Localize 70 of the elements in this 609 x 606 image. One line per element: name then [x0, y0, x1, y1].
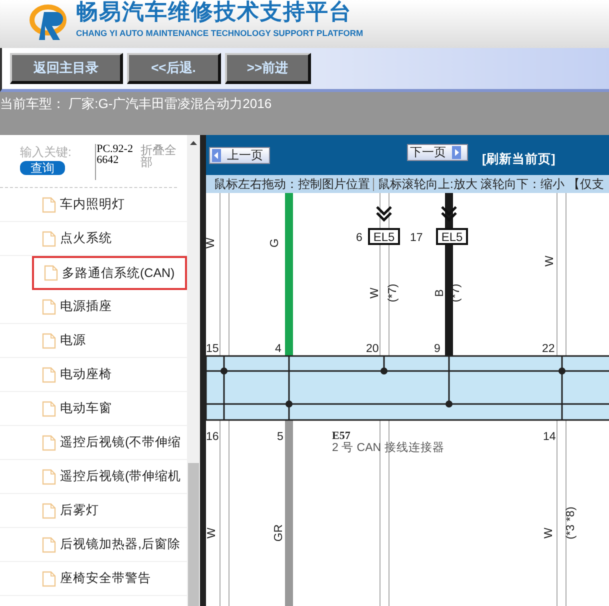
wire-label: 6 [356, 232, 362, 244]
doc-icon [42, 230, 56, 246]
right-arrow-icon [452, 146, 461, 158]
doc-icon [42, 570, 56, 586]
wire-label: 5 [277, 431, 284, 443]
wire-label: (*7) [387, 284, 399, 302]
wire-label: 20 [366, 343, 379, 355]
tree-item[interactable]: 后视镜加热器,后窗除 [0, 528, 187, 562]
car-model-text: 当前车型： 厂家:G-广汽丰田雷凌混合动力2016 [0, 95, 273, 113]
left-arrow-icon [212, 148, 221, 162]
nav-button[interactable]: <<后退. [127, 53, 221, 84]
doc-icon [42, 366, 56, 382]
wire-label: G [269, 238, 281, 248]
search-field[interactable]: PC.92-26642 [94, 144, 137, 180]
hint-text: 鼠标左右拖动：控制图片位置 [214, 176, 370, 192]
nav-button[interactable]: >>前进 [225, 53, 311, 84]
wire-label: E57 [332, 430, 350, 442]
tree-item[interactable]: 座椅安全带警告 [0, 562, 187, 596]
doc-icon [42, 536, 56, 552]
wire-label: 22 [542, 343, 555, 355]
separator-icon [373, 178, 375, 190]
chevron-icon [440, 206, 458, 222]
tree-item[interactable]: 电动座椅 [0, 358, 187, 392]
scrollbar[interactable] [187, 135, 200, 606]
wire-label: W [206, 528, 218, 538]
wire-label: W [544, 256, 556, 266]
doc-icon [42, 196, 56, 212]
doc-icon [42, 502, 56, 518]
doc-icon [42, 400, 56, 416]
wire-label: 9 [434, 343, 440, 355]
site-subtitle: CHANG YI AUTO MAINTENANCE TECHNOLOGY SUPPORT PLATFORM [76, 28, 364, 38]
hint-text: 鼠标滚轮向上:放大 滚轮向下：缩小 【仅支 [378, 176, 604, 192]
refresh-link[interactable]: [刷新当前页] [482, 150, 556, 168]
tree-item[interactable]: 电源插座 [0, 290, 187, 324]
next-page-button[interactable]: 下一页 [407, 144, 468, 160]
tree-item[interactable]: 多路通信系统(CAN) [32, 256, 187, 290]
wire-label: 2 号 CAN 接线连接器 [332, 442, 444, 454]
tree-item[interactable]: 遥控后视镜(不带伸缩 [0, 426, 187, 460]
wire-label: 14 [543, 431, 556, 443]
search-label: 输入关键: [20, 144, 72, 161]
previous-page-button[interactable]: 上一页 [209, 146, 270, 164]
connector-tag: EL5 [436, 228, 468, 245]
tree-item[interactable]: 后雾灯 [0, 494, 187, 528]
wire-label: (*7) [450, 284, 462, 302]
wire-label: W [543, 528, 555, 538]
nav-button[interactable]: 返回主目录 [10, 53, 123, 84]
tree-item[interactable]: 遥控后视镜(带伸缩机 [0, 460, 187, 494]
tree-item[interactable]: 点火系统 [0, 222, 187, 256]
wire-label: (*3 *8) [565, 506, 577, 540]
wire-label: GR [273, 524, 285, 542]
tree-item[interactable]: 电动车窗 [0, 392, 187, 426]
search-button[interactable]: 查询 [20, 161, 65, 175]
wire-label: 15 [206, 343, 219, 355]
site-title: 畅易汽车维修技术支持平台 [76, 0, 353, 26]
wire-label: 4 [275, 343, 282, 355]
wire-label: 17 [410, 232, 423, 244]
wire-label: W [369, 288, 381, 298]
scrollbar-thumb[interactable] [188, 463, 199, 606]
doc-icon [42, 298, 56, 314]
doc-icon [42, 468, 56, 484]
wire-label: W [206, 238, 217, 248]
wire-label: B [434, 289, 446, 297]
tree-item[interactable]: 电源 [0, 324, 187, 358]
doc-icon [42, 434, 56, 450]
wire-label: 16 [206, 431, 219, 443]
doc-icon [44, 265, 58, 281]
doc-icon [42, 332, 56, 348]
tree-item[interactable]: 车内照明灯 [0, 188, 187, 222]
chevron-icon [376, 206, 392, 222]
connector-tag: EL5 [368, 228, 400, 245]
